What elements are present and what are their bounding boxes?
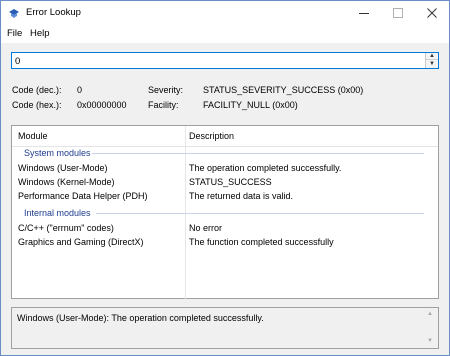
row-description: No error <box>189 223 223 233</box>
maximize-button[interactable] <box>381 1 415 25</box>
minimize-button[interactable] <box>347 1 381 25</box>
status-text: Windows (User-Mode): The operation compl… <box>17 313 264 323</box>
severity-value: STATUS_SEVERITY_SUCCESS (0x00) <box>203 85 364 95</box>
group-system-modules[interactable]: System modules <box>24 148 91 158</box>
group-divider <box>96 213 424 214</box>
row-module: Windows (User-Mode) <box>18 163 108 173</box>
row-module: Graphics and Gaming (DirectX) <box>18 237 144 247</box>
window-title: Error Lookup <box>26 7 81 18</box>
app-icon <box>9 9 19 18</box>
spin-up-button[interactable]: ▲ <box>426 53 438 60</box>
minimize-icon <box>359 13 369 14</box>
facility-label: Facility: <box>148 100 179 110</box>
row-description: STATUS_SUCCESS <box>189 177 272 187</box>
status-scrollbar[interactable]: ▲ ▼ <box>425 308 438 348</box>
header-divider <box>12 146 438 147</box>
triangle-up-icon: ▲ <box>429 53 435 59</box>
menu-bar: File Help <box>1 25 449 43</box>
menu-help[interactable]: Help <box>30 28 50 39</box>
triangle-down-icon: ▼ <box>429 60 435 67</box>
column-header-description[interactable]: Description <box>189 131 234 141</box>
close-button[interactable] <box>415 1 449 25</box>
status-text-box[interactable]: Windows (User-Mode): The operation compl… <box>11 307 439 349</box>
menu-file[interactable]: File <box>7 28 22 39</box>
error-lookup-window: Error Lookup File Help ▲ ▼ Code (dec.): … <box>0 0 450 356</box>
title-bar[interactable]: Error Lookup <box>1 1 449 25</box>
code-hex-value: 0x00000000 <box>77 100 127 110</box>
facility-value: FACILITY_NULL (0x00) <box>203 100 298 110</box>
close-icon <box>427 8 437 18</box>
severity-label: Severity: <box>148 85 184 95</box>
row-description: The returned data is valid. <box>189 191 294 201</box>
spin-down-button[interactable]: ▼ <box>426 60 438 67</box>
error-code-input[interactable] <box>15 55 415 67</box>
error-code-field[interactable]: ▲ ▼ <box>11 52 439 69</box>
column-header-module[interactable]: Module <box>18 131 48 141</box>
code-dec-label: Code (dec.): <box>12 85 62 95</box>
scroll-up-icon[interactable]: ▲ <box>427 311 433 317</box>
group-internal-modules[interactable]: Internal modules <box>24 208 91 218</box>
scroll-down-icon[interactable]: ▼ <box>427 338 433 344</box>
row-module: Performance Data Helper (PDH) <box>18 191 148 201</box>
row-module: Windows (Kernel-Mode) <box>18 177 115 187</box>
code-spinner[interactable]: ▲ ▼ <box>425 53 438 68</box>
row-description: The operation completed successfully. <box>189 163 342 173</box>
group-divider <box>92 153 424 154</box>
code-dec-value: 0 <box>77 85 83 95</box>
row-module: C/C++ ("errnum" codes) <box>18 223 114 233</box>
results-table[interactable]: Module Description System modules Window… <box>11 125 439 300</box>
code-hex-label: Code (hex.): <box>12 100 62 110</box>
maximize-icon <box>393 8 403 18</box>
row-description: The function completed successfully <box>189 237 334 247</box>
